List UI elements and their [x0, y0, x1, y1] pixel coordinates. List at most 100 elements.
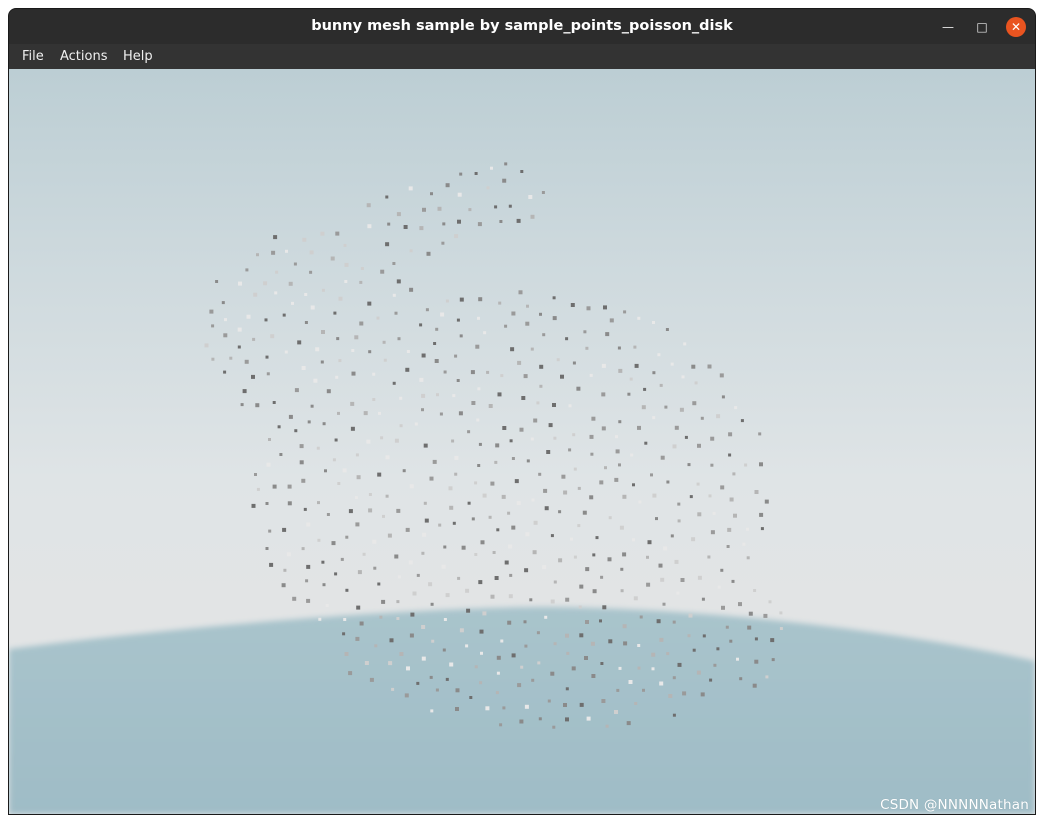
point-sample [406, 666, 410, 671]
point-sample [691, 537, 696, 542]
point-sample [496, 655, 501, 660]
point-sample [443, 618, 447, 621]
point-sample [288, 414, 293, 419]
point-sample [385, 195, 389, 199]
point-sample [445, 183, 450, 188]
point-sample [536, 631, 540, 635]
point-sample [449, 505, 454, 510]
point-sample [345, 535, 349, 539]
point-sample [614, 477, 619, 482]
close-button[interactable]: ✕ [1006, 17, 1026, 37]
point-sample [689, 495, 693, 499]
point-sample [451, 439, 455, 443]
point-sample [602, 605, 607, 610]
point-sample [269, 562, 274, 567]
point-sample [326, 513, 330, 516]
minimize-button[interactable]: — [938, 17, 958, 37]
point-sample [477, 387, 481, 391]
point-sample [342, 468, 347, 473]
point-sample [204, 343, 209, 348]
point-sample [479, 681, 483, 685]
point-sample [379, 615, 383, 619]
point-sample [672, 444, 677, 449]
point-sample [716, 414, 721, 419]
point-sample [570, 303, 575, 307]
point-sample [459, 334, 463, 338]
menu-file[interactable]: File [22, 44, 44, 69]
point-sample [544, 506, 549, 511]
point-sample [414, 422, 418, 426]
menu-actions[interactable]: Actions [60, 44, 108, 69]
point-sample [510, 347, 515, 352]
menu-help[interactable]: Help [123, 44, 153, 69]
point-sample [237, 345, 241, 349]
point-sample [665, 328, 669, 331]
point-sample [387, 222, 391, 226]
point-sample [519, 719, 524, 724]
point-sample [748, 611, 753, 616]
point-sample [318, 617, 322, 621]
point-sample [525, 321, 530, 326]
point-sample [264, 318, 268, 322]
point-sample [547, 699, 551, 703]
point-sample [322, 422, 326, 426]
point-sample [394, 554, 399, 559]
point-sample [429, 675, 433, 679]
point-sample [303, 507, 307, 511]
title-bar[interactable]: bunny mesh sample by sample_points_poiss… [9, 9, 1035, 44]
point-sample [511, 525, 516, 530]
point-sample [760, 527, 764, 531]
point-sample [608, 639, 613, 644]
point-sample [211, 357, 215, 361]
point-sample [509, 439, 513, 443]
point-sample [526, 304, 529, 308]
point-sample [520, 170, 524, 173]
point-sample [426, 251, 431, 256]
point-sample [492, 551, 496, 554]
point-sample [271, 250, 276, 255]
point-sample [221, 301, 225, 305]
point-sample [211, 324, 215, 328]
point-sample [351, 349, 355, 352]
point-sample [514, 479, 519, 484]
point-sample [605, 332, 610, 337]
point-sample [738, 602, 742, 607]
point-sample [376, 316, 380, 320]
point-sample [348, 509, 353, 514]
point-sample [677, 502, 681, 506]
point-sample [729, 497, 734, 502]
point-sample [409, 633, 414, 638]
point-sample [666, 652, 670, 656]
point-sample [397, 575, 401, 579]
point-sample [421, 353, 426, 358]
point-sample [691, 364, 696, 369]
point-sample [771, 658, 775, 662]
point-sample [679, 407, 684, 412]
point-sample [299, 444, 304, 449]
point-sample [337, 411, 340, 415]
point-sample [622, 494, 627, 499]
point-sample [746, 527, 749, 531]
point-sample [565, 633, 569, 638]
point-sample [334, 572, 338, 576]
point-sample [609, 318, 614, 323]
point-sample [409, 484, 414, 489]
point-sample [520, 665, 524, 669]
point-sample [359, 280, 363, 284]
point-sample [293, 262, 297, 266]
point-sample [389, 638, 394, 643]
point-sample [539, 384, 543, 388]
point-sample [657, 353, 661, 357]
point-sample [731, 579, 735, 583]
point-sample [372, 539, 377, 544]
maximize-button[interactable]: □ [972, 17, 992, 37]
point-sample [579, 702, 584, 707]
point-sample [605, 724, 609, 728]
point-sample [576, 386, 581, 391]
point-sample [495, 691, 499, 695]
3d-viewport[interactable]: CSDN @NNNNNathan [9, 69, 1035, 814]
point-sample [589, 495, 594, 500]
point-sample [659, 383, 663, 387]
point-sample [541, 191, 545, 194]
point-sample [502, 426, 507, 430]
